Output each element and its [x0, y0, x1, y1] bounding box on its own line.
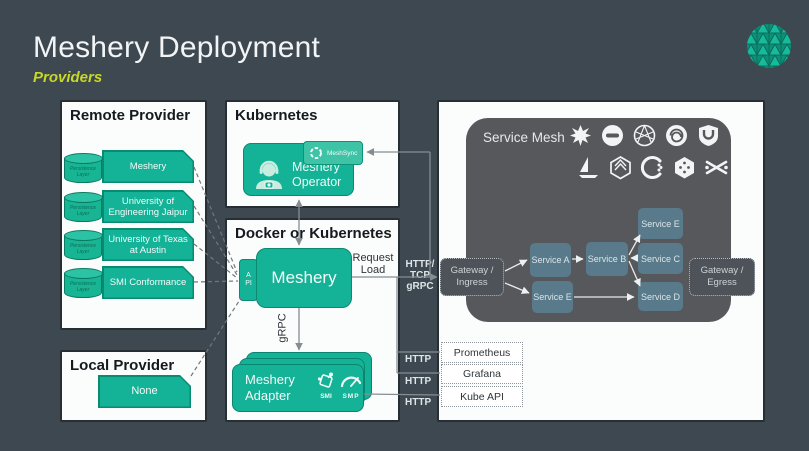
local-item-none: None — [98, 375, 191, 408]
remote-item-univ-jaipur: University of Engineering Jaipur — [102, 190, 194, 223]
remote-item-univ-texas: University of Texas at Austin — [102, 228, 194, 261]
meshery-adapter-box: Meshery Adapter SMI SMP — [232, 364, 364, 412]
service-mesh-logo-row-2 — [575, 154, 730, 186]
spiral-logo-icon — [663, 122, 690, 154]
meshery-logo-icon — [745, 22, 793, 75]
circle-badge-logo-icon — [599, 122, 626, 154]
meshsync-label: MeshSync — [327, 150, 357, 157]
arc-dots-logo-icon — [639, 154, 666, 186]
service-mesh-logo-row-1 — [567, 122, 722, 154]
smp-caption: SMP — [339, 393, 363, 400]
knot-logo-icon — [703, 154, 730, 186]
grafana-box: Grafana — [441, 364, 523, 384]
meshsync-box: MeshSync — [303, 141, 363, 165]
remote-item-smi-conformance: SMI Conformance — [102, 266, 194, 299]
service-a-box: Service A — [530, 243, 571, 277]
database-cylinder-icon: Persistence Layer — [64, 273, 102, 298]
hex-grid-logo-icon — [671, 154, 698, 186]
gateway-ingress-box: Gateway / Ingress — [440, 258, 504, 296]
meshery-box: Meshery — [256, 248, 352, 308]
service-b-box: Service B — [586, 242, 628, 276]
database-cylinder-icon: Persistence Layer — [64, 197, 102, 222]
service-c-box: Service C — [638, 243, 683, 274]
hexagon-cube-logo-icon — [607, 154, 634, 186]
grpc-arrow-label: gRPC — [277, 313, 289, 342]
service-mesh-title: Service Mesh — [483, 130, 565, 145]
service-e-top-box: Service E — [638, 208, 683, 239]
http-label-grafana: HTTP — [405, 376, 431, 387]
page-title: Meshery Deployment — [33, 31, 320, 65]
sailboat-logo-icon — [575, 154, 602, 186]
http-label-kubeapi: HTTP — [405, 397, 431, 408]
database-cylinder-icon: Persistence Layer — [64, 158, 102, 183]
http-label-prometheus: HTTP — [405, 354, 431, 365]
service-d-box: Service D — [638, 282, 683, 311]
slide-meshery-deployment: Meshery Deployment Providers Remote Prov… — [0, 0, 809, 451]
smi-caption: SMI — [314, 393, 338, 400]
kubernetes-title: Kubernetes — [235, 107, 318, 124]
database-cylinder-icon: Persistence Layer — [64, 235, 102, 260]
meshery-adapter-label: Meshery Adapter — [245, 372, 315, 404]
operator-headset-person-icon — [252, 159, 286, 196]
mesh-sphere-logo-icon — [631, 122, 658, 154]
gateway-egress-box: Gateway / Egress — [689, 258, 755, 296]
remote-provider-title: Remote Provider — [70, 107, 190, 124]
remote-item-meshery: Meshery — [102, 150, 194, 183]
protocol-label: HTTP/ TCP gRPC — [400, 259, 440, 292]
local-provider-title: Local Provider — [70, 357, 174, 374]
sync-ring-icon — [309, 146, 323, 160]
kube-api-box: Kube API — [441, 386, 523, 407]
prometheus-box: Prometheus — [441, 342, 523, 363]
request-load-label: Request Load — [351, 252, 395, 276]
page-subtitle: Providers — [33, 69, 102, 86]
docker-kubernetes-title: Docker or Kubernetes — [235, 225, 392, 242]
service-e-left-box: Service E — [532, 281, 573, 313]
starburst-logo-icon — [567, 122, 594, 154]
shield-logo-icon — [695, 122, 722, 154]
